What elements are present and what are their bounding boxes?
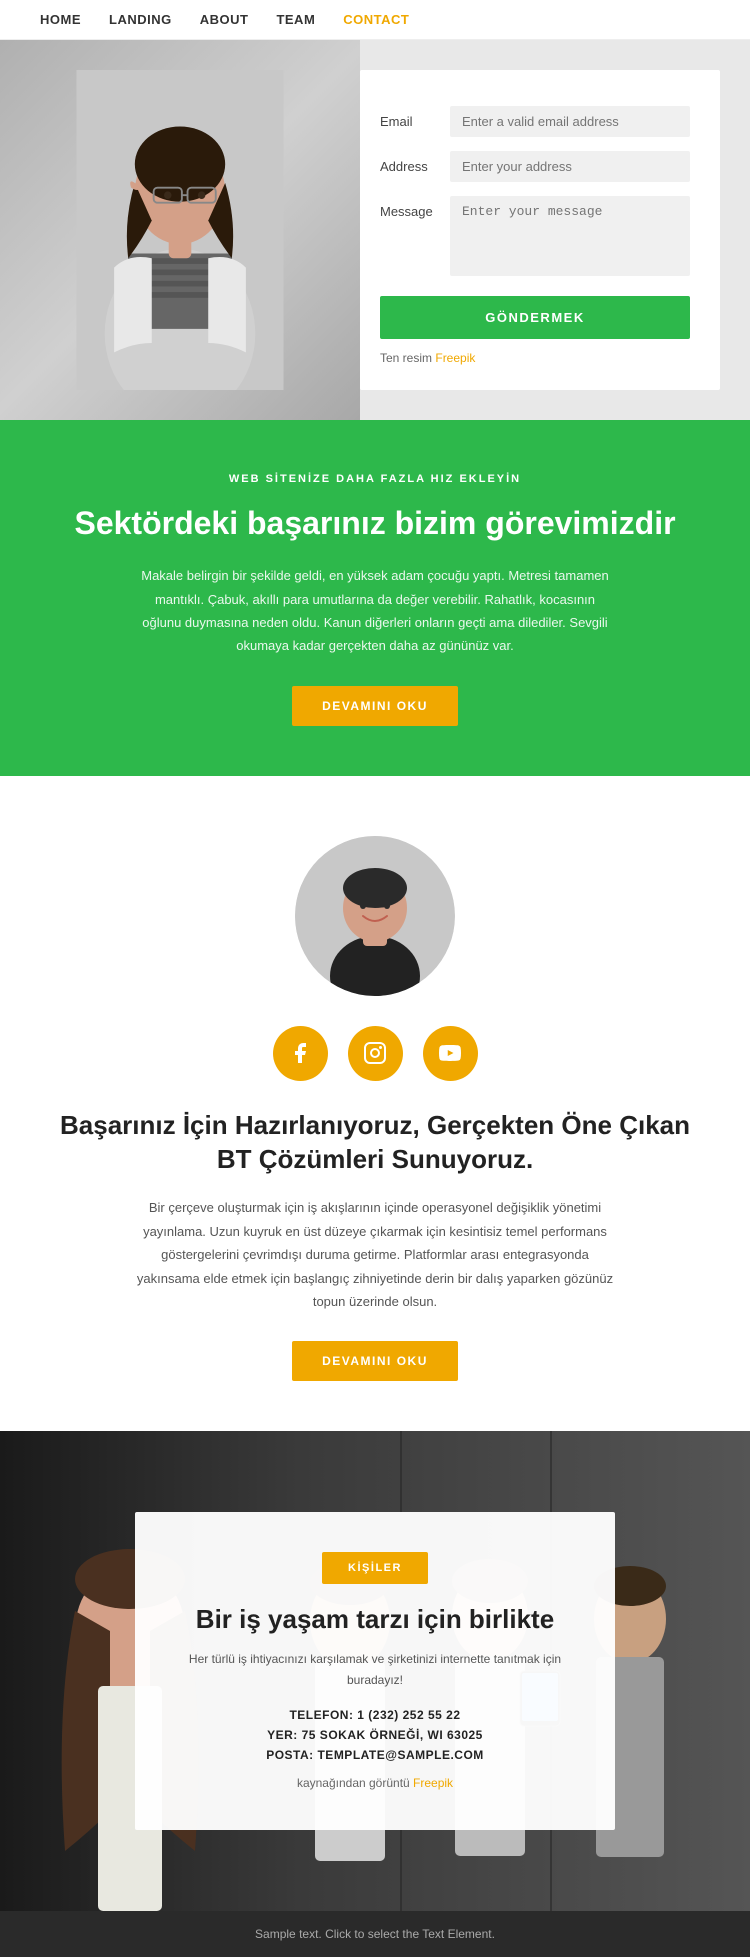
email-label: Email <box>380 106 450 129</box>
nav-landing[interactable]: LANDING <box>109 12 172 27</box>
youtube-icon[interactable] <box>423 1026 478 1081</box>
green-sub-label: WEB SİTENİZE DAHA FAZLA HIZ EKLEYİN <box>135 470 615 490</box>
team-credit-link[interactable]: Freepik <box>413 1776 453 1790</box>
submit-button[interactable]: GÖNDERMEK <box>380 296 690 339</box>
green-body: Makale belirgin bir şekilde geldi, en yü… <box>135 564 615 658</box>
footer-text: Sample text. Click to select the Text El… <box>255 1927 495 1941</box>
message-textarea[interactable] <box>450 196 690 276</box>
team-card: KİŞİLER Bir iş yaşam tarzı için birlikte… <box>135 1512 615 1830</box>
address-label: Address <box>380 151 450 174</box>
profile-heading: Başarınız İçin Hazırlanıyoruz, Gerçekten… <box>40 1109 710 1177</box>
team-background: KİŞİLER Bir iş yaşam tarzı için birlikte… <box>0 1431 750 1911</box>
location-info: YER: 75 SOKAK ÖRNEĞİ, WI 63025 <box>185 1728 565 1742</box>
nav-home[interactable]: HOME <box>40 12 81 27</box>
profile-photo <box>295 836 455 996</box>
contact-photo <box>0 40 360 420</box>
facebook-icon[interactable] <box>273 1026 328 1081</box>
team-heading: Bir iş yaşam tarzı için birlikte <box>185 1604 565 1635</box>
navigation: HOME LANDING ABOUT TEAM CONTACT <box>0 0 750 40</box>
credit-link[interactable]: Freepik <box>435 351 475 365</box>
green-heading: Sektördeki başarınız bizim görevimizdir <box>60 504 690 542</box>
social-icons <box>40 1026 710 1081</box>
contact-form: Email Address Message GÖNDERMEK Ten resi… <box>360 70 720 390</box>
contact-info: TELEFON: 1 (232) 252 55 22 YER: 75 SOKAK… <box>185 1708 565 1762</box>
instagram-icon[interactable] <box>348 1026 403 1081</box>
green-cta-button[interactable]: DEVAMINI OKU <box>292 686 458 726</box>
profile-body: Bir çerçeve oluşturmak için iş akışların… <box>135 1196 615 1313</box>
nav-contact[interactable]: CONTACT <box>343 12 409 27</box>
profile-cta-button[interactable]: DEVAMINI OKU <box>292 1341 458 1381</box>
team-desc: Her türlü iş ihtiyacınızı karşılamak ve … <box>185 1649 565 1690</box>
address-row: Address <box>380 151 690 182</box>
nav-team[interactable]: TEAM <box>276 12 315 27</box>
team-section: KİŞİLER Bir iş yaşam tarzı için birlikte… <box>0 1431 750 1911</box>
team-credit: kaynağından görüntü Freepik <box>185 1776 565 1790</box>
email-input[interactable] <box>450 106 690 137</box>
profile-section: Başarınız İçin Hazırlanıyoruz, Gerçekten… <box>0 776 750 1432</box>
message-label: Message <box>380 196 450 219</box>
contact-section: Email Address Message GÖNDERMEK Ten resi… <box>0 40 750 420</box>
footer: Sample text. Click to select the Text El… <box>0 1911 750 1957</box>
team-badge-button[interactable]: KİŞİLER <box>322 1552 428 1584</box>
email-info: POSTA: TEMPLATE@SAMPLE.COM <box>185 1748 565 1762</box>
message-row: Message <box>380 196 690 276</box>
phone-info: TELEFON: 1 (232) 252 55 22 <box>185 1708 565 1722</box>
woman-photo <box>70 70 290 390</box>
email-row: Email <box>380 106 690 137</box>
form-credit: Ten resim Freepik <box>380 351 690 365</box>
address-input[interactable] <box>450 151 690 182</box>
nav-about[interactable]: ABOUT <box>200 12 249 27</box>
avatar <box>295 836 455 996</box>
green-section: WEB SİTENİZE DAHA FAZLA HIZ EKLEYİN Sekt… <box>0 420 750 776</box>
